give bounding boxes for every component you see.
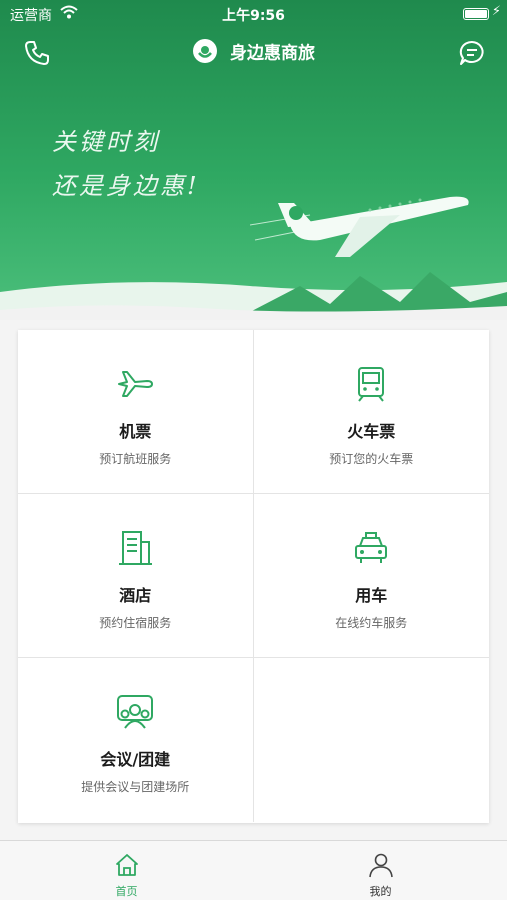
airplane-illustration-icon: [250, 196, 469, 257]
brand-title: 身边惠商旅: [229, 43, 315, 64]
service-car-title: 用车: [355, 586, 388, 605]
brand-logo-icon: [193, 39, 218, 63]
plane-icon: [118, 371, 154, 397]
service-hotel-subtitle: 预约住宿服务: [99, 616, 172, 630]
slogan-line-1: 关键时刻: [52, 128, 160, 156]
service-flight[interactable]: 机票 预订航班服务: [18, 330, 254, 494]
status-time: 上午9:56: [222, 8, 285, 24]
battery-icon: [463, 8, 489, 20]
tab-home-label: 首页: [115, 885, 138, 898]
service-train[interactable]: 火车票 预订您的火车票: [253, 330, 489, 494]
service-train-title: 火车票: [347, 422, 396, 441]
chat-icon[interactable]: [457, 38, 487, 68]
tab-mine-label: 我的: [369, 885, 392, 898]
status-bar: 运营商 上午9:56 ⚡: [0, 0, 507, 28]
service-car[interactable]: 用车 在线约车服务: [253, 494, 489, 658]
hero-banner: 运营商 上午9:56 ⚡ 身边惠商旅 关键时刻 还是身边惠!: [0, 0, 507, 320]
service-car-subtitle: 在线约车服务: [335, 616, 408, 630]
mountain-illustration-icon: [0, 272, 507, 320]
charging-icon: ⚡: [491, 4, 501, 19]
tab-bar: 首页 我的: [0, 840, 507, 900]
slogan-line-2: 还是身边惠!: [52, 172, 200, 200]
meeting-icon: [117, 695, 154, 729]
hero-slogan: 关键时刻 还是身边惠!: [52, 120, 200, 208]
service-meeting[interactable]: 会议/团建 提供会议与团建场所: [18, 658, 254, 822]
service-meeting-title: 会议/团建: [100, 750, 171, 769]
taxi-icon: [355, 532, 388, 563]
service-hotel[interactable]: 酒店 预约住宿服务: [18, 494, 254, 658]
tab-home[interactable]: 首页: [0, 841, 253, 900]
service-meeting-subtitle: 提供会议与团建场所: [81, 780, 190, 794]
hotel-icon: [119, 531, 153, 565]
service-flight-subtitle: 预订航班服务: [99, 452, 172, 466]
user-icon: [368, 853, 393, 878]
service-grid: 机票 预订航班服务 火车票 预订您的火车票 酒店 预约住宿服务 用车 在线约车服…: [18, 330, 489, 823]
empty-cell: [254, 658, 490, 822]
service-flight-title: 机票: [119, 422, 152, 441]
top-bar: 身边惠商旅: [0, 30, 507, 74]
train-icon: [358, 367, 385, 402]
home-icon: [115, 854, 138, 876]
service-train-subtitle: 预订您的火车票: [329, 452, 414, 466]
app-brand: 身边惠商旅: [0, 38, 507, 64]
service-hotel-title: 酒店: [119, 586, 152, 605]
tab-mine[interactable]: 我的: [254, 841, 507, 900]
